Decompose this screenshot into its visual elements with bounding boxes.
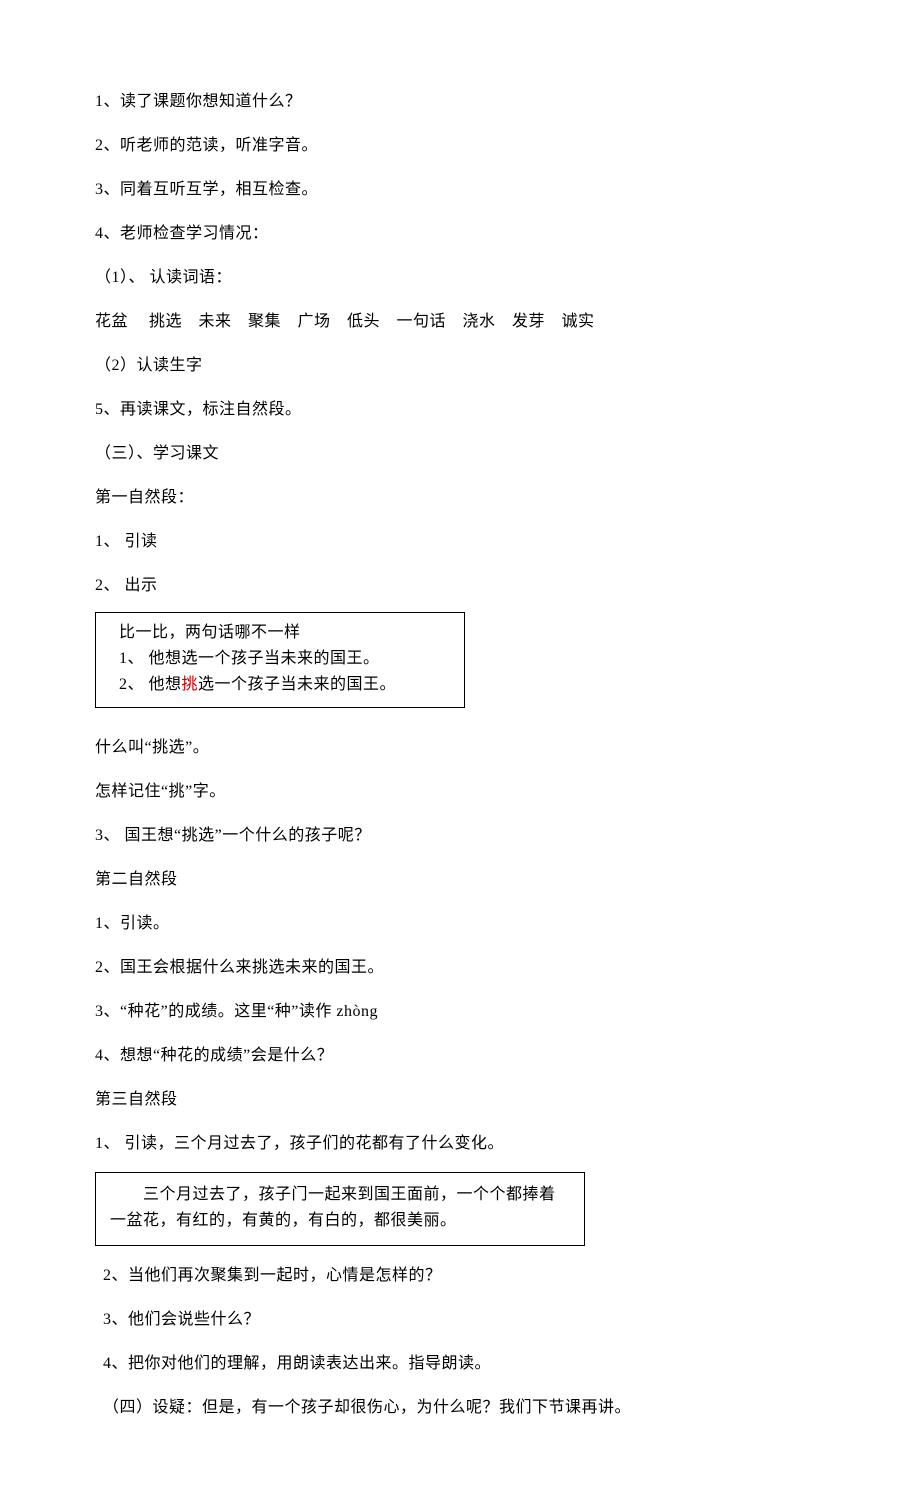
- text-line: 3、“种花”的成绩。这里“种”读作 zhòng: [95, 1000, 825, 1024]
- text-line: 1、 引读，三个月过去了，孩子们的花都有了什么变化。: [95, 1132, 825, 1156]
- highlighted-char: 挑: [182, 676, 199, 693]
- text-line: 3、他们会说些什么？: [95, 1308, 825, 1332]
- text-line: 3、同着互听互学，相互检查。: [95, 178, 825, 202]
- paragraph-heading: 第三自然段: [95, 1088, 825, 1112]
- box-line: 一盆花，有红的，有黄的，有白的，都很美丽。: [110, 1209, 570, 1233]
- text-line: 2、 出示: [95, 574, 825, 598]
- text-line: 1、引读。: [95, 912, 825, 936]
- paragraph-heading: 第一自然段：: [95, 486, 825, 510]
- text-line: 2、当他们再次聚集到一起时，心情是怎样的？: [95, 1264, 825, 1288]
- text-line: 1、读了课题你想知道什么？: [95, 90, 825, 114]
- text-line: （四）设疑：但是，有一个孩子却很伤心，为什么呢？我们下节课再讲。: [95, 1396, 825, 1420]
- text-line: 1、 引读: [95, 530, 825, 554]
- box-line: 2、 他想挑选一个孩子当未来的国王。: [110, 673, 450, 697]
- text-line: 3、 国王想“挑选”一个什么的孩子呢？: [95, 824, 825, 848]
- quote-box: 三个月过去了，孩子门一起来到国王面前，一个个都捧着 一盆花，有红的，有黄的，有白…: [95, 1172, 585, 1246]
- vocab-line: 花盆 挑选 未来 聚集 广场 低头 一句话 浇水 发芽 诚实: [95, 310, 825, 334]
- text-line: 4、想想“种花的成绩”会是什么？: [95, 1044, 825, 1068]
- text-line: （1）、 认读词语：: [95, 266, 825, 290]
- box-title: 比一比，两句话哪不一样: [110, 621, 450, 645]
- comparison-box: 比一比，两句话哪不一样 1、 他想选一个孩子当未来的国王。 2、 他想挑选一个孩…: [95, 612, 465, 708]
- text-line: 什么叫“挑选”。: [95, 736, 825, 760]
- text-line: 2、听老师的范读，听准字音。: [95, 134, 825, 158]
- text-line: 怎样记住“挑”字。: [95, 780, 825, 804]
- text-line: （2）认读生字: [95, 354, 825, 378]
- text-line: 5、再读课文，标注自然段。: [95, 398, 825, 422]
- paragraph-heading: 第二自然段: [95, 868, 825, 892]
- text-line: 4、把你对他们的理解，用朗读表达出来。指导朗读。: [95, 1352, 825, 1376]
- box-line: 三个月过去了，孩子门一起来到国王面前，一个个都捧着: [110, 1183, 570, 1207]
- document-page: 1、读了课题你想知道什么？ 2、听老师的范读，听准字音。 3、同着互听互学，相互…: [0, 0, 920, 1500]
- text-line: 4、老师检查学习情况：: [95, 222, 825, 246]
- box-line: 1、 他想选一个孩子当未来的国王。: [110, 647, 450, 671]
- text-line: 2、国王会根据什么来挑选未来的国王。: [95, 956, 825, 980]
- section-heading: （三）、学习课文: [95, 442, 825, 466]
